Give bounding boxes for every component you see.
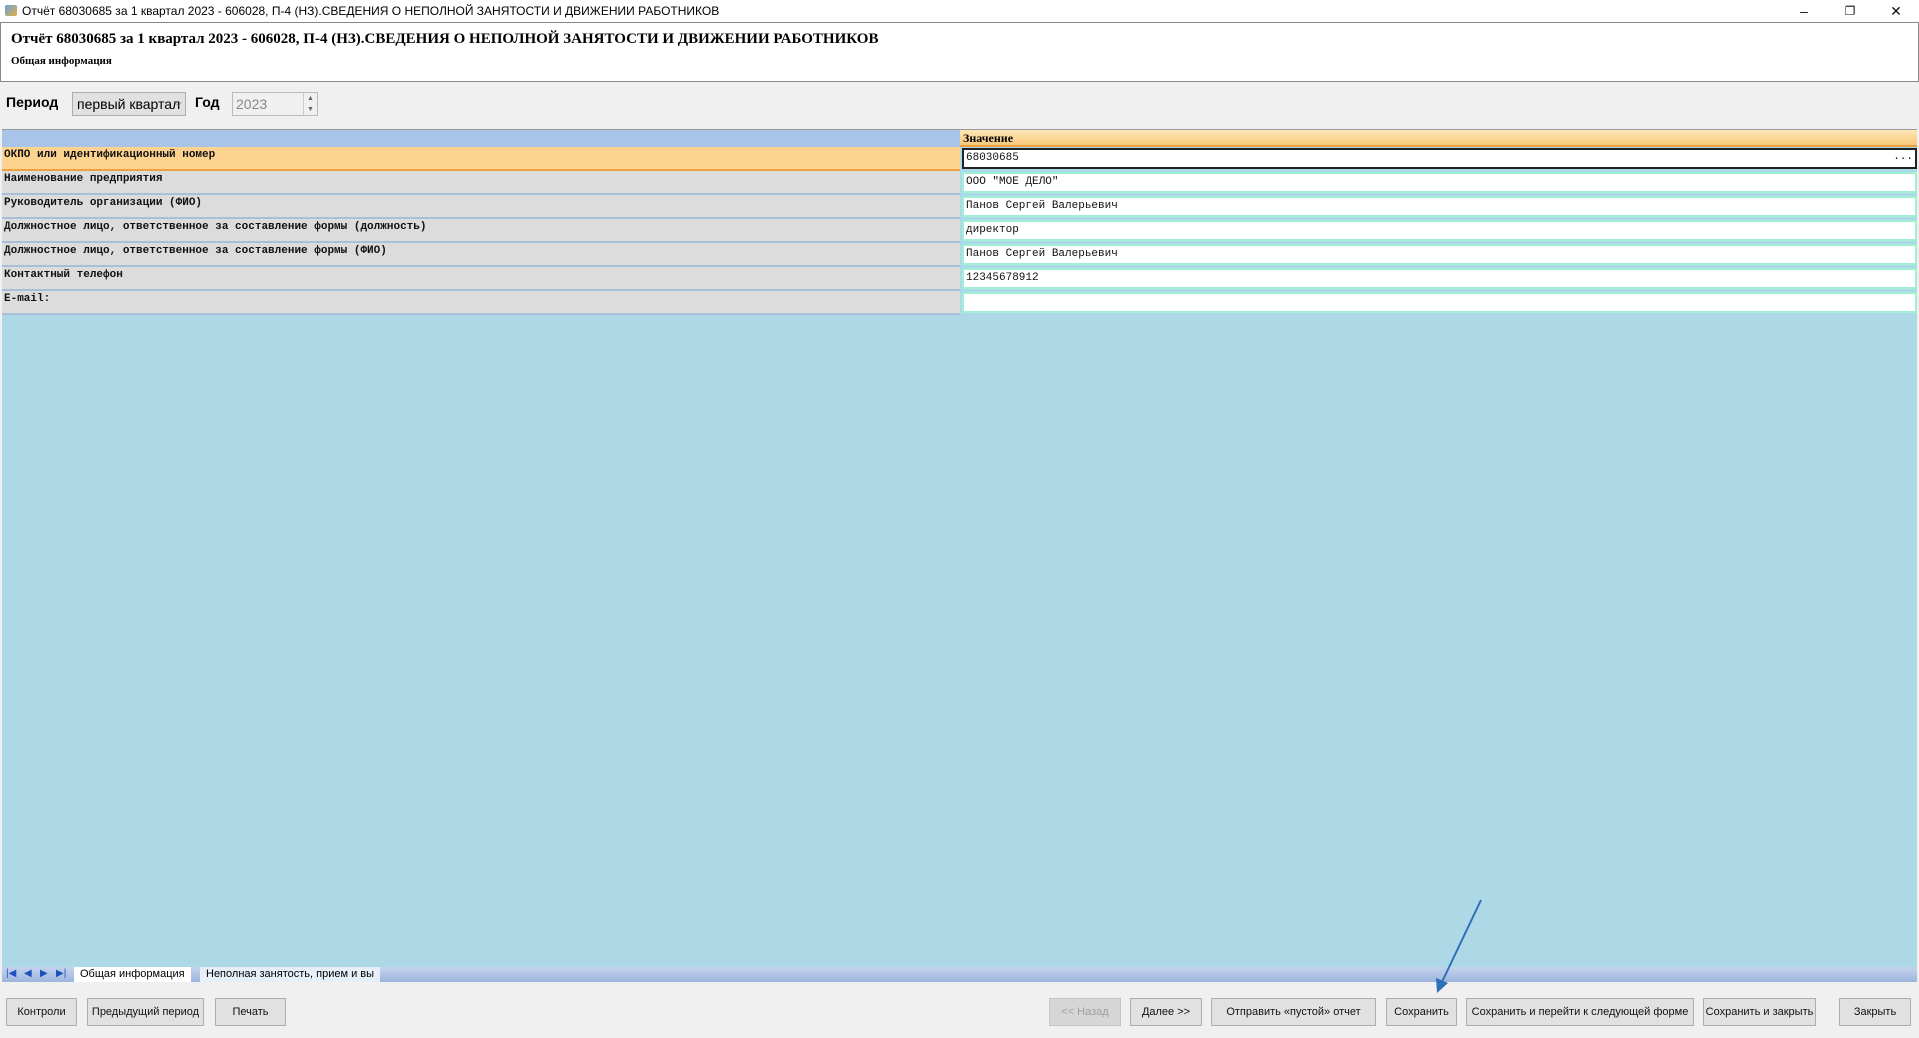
field-label: Руководитель организации (ФИО): [2, 195, 960, 219]
prev-sheet-icon[interactable]: ◀: [24, 968, 32, 979]
report-header: Отчёт 68030685 за 1 квартал 2023 - 60602…: [0, 22, 1919, 82]
field-value-input[interactable]: Панов Сергей Валерьевич: [962, 244, 1917, 265]
grid-row[interactable]: Руководитель организации (ФИО) Панов Серг…: [2, 195, 1917, 219]
grid-row[interactable]: Наименование предприятия ООО "МОЕ ДЕЛО": [2, 171, 1917, 195]
field-value-input[interactable]: 12345678912: [962, 268, 1917, 289]
field-value: 12345678912: [966, 272, 1039, 284]
next-sheet-icon[interactable]: ▶: [40, 968, 48, 979]
title-bar: Отчёт 68030685 за 1 квартал 2023 - 60602…: [0, 0, 1919, 22]
next-button[interactable]: Далее >>: [1130, 998, 1202, 1026]
field-label: E-mail:: [2, 291, 960, 315]
close-window-button[interactable]: ✕: [1873, 0, 1919, 22]
save-and-close-button[interactable]: Сохранить и закрыть: [1703, 998, 1816, 1026]
field-label: Контактный телефон: [2, 267, 960, 291]
chevron-down-icon: ⌵: [174, 98, 182, 109]
year-stepper[interactable]: 2023 ▲ ▼: [232, 92, 318, 116]
year-label: Год: [195, 94, 220, 110]
window-title: Отчёт 68030685 за 1 квартал 2023 - 60602…: [22, 4, 720, 18]
field-value: директор: [966, 224, 1019, 236]
grid-row[interactable]: Контактный телефон 12345678912: [2, 267, 1917, 291]
period-value: первый квартал: [77, 96, 181, 112]
field-value-input[interactable]: ООО "МОЕ ДЕЛО": [962, 172, 1917, 193]
grid-row[interactable]: ОКПО или идентификационный номер 68030685…: [2, 147, 1917, 171]
field-value-input[interactable]: Панов Сергей Валерьевич: [962, 196, 1917, 217]
save-and-next-form-button[interactable]: Сохранить и перейти к следующей форме: [1466, 998, 1694, 1026]
controls-button[interactable]: Контроли: [6, 998, 77, 1026]
report-title: Отчёт 68030685 за 1 квартал 2023 - 60602…: [11, 31, 879, 47]
last-sheet-icon[interactable]: ▶|: [56, 968, 66, 979]
ellipsis-button[interactable]: ...: [1893, 151, 1913, 163]
print-button[interactable]: Печать: [215, 998, 286, 1026]
minimize-button[interactable]: –: [1781, 0, 1827, 22]
grid-header-value: Значение: [960, 130, 1917, 147]
app-icon: [5, 5, 17, 16]
field-value: Панов Сергей Валерьевич: [966, 248, 1118, 260]
field-label: ОКПО или идентификационный номер: [2, 147, 960, 171]
report-subtitle: Общая информация: [11, 55, 112, 67]
field-value: ООО "МОЕ ДЕЛО": [966, 176, 1059, 188]
spin-buttons[interactable]: ▲ ▼: [303, 93, 317, 115]
field-value-input[interactable]: [962, 292, 1917, 313]
grid-row[interactable]: E-mail:: [2, 291, 1917, 315]
field-label: Должностное лицо, ответственное за соста…: [2, 243, 960, 267]
field-value: Панов Сергей Валерьевич: [966, 200, 1118, 212]
first-sheet-icon[interactable]: |◀: [6, 968, 16, 979]
restore-button[interactable]: ❐: [1827, 0, 1873, 22]
grid-row[interactable]: Должностное лицо, ответственное за соста…: [2, 243, 1917, 267]
save-button[interactable]: Сохранить: [1386, 998, 1457, 1026]
sheet-tab-bar: |◀ ◀ ▶ ▶| Общая информация Неполная заня…: [2, 967, 1917, 982]
field-value-input[interactable]: директор: [962, 220, 1917, 241]
back-button[interactable]: << Назад: [1049, 998, 1121, 1026]
field-label: Наименование предприятия: [2, 171, 960, 195]
period-select[interactable]: первый квартал ⌵: [72, 92, 186, 116]
tab-general-info[interactable]: Общая информация: [74, 967, 191, 982]
tab-part-time[interactable]: Неполная занятость, прием и вы: [200, 967, 381, 982]
send-empty-report-button[interactable]: Отправить «пустой» отчет: [1211, 998, 1376, 1026]
field-label: Должностное лицо, ответственное за соста…: [2, 219, 960, 243]
grid-row[interactable]: Должностное лицо, ответственное за соста…: [2, 219, 1917, 243]
field-value-input[interactable]: 68030685...: [962, 148, 1917, 169]
info-grid: Значение ОКПО или идентификационный номе…: [2, 129, 1917, 967]
previous-period-button[interactable]: Предыдущий период: [87, 998, 204, 1026]
period-label: Период: [6, 94, 59, 110]
close-button[interactable]: Закрыть: [1839, 998, 1911, 1026]
grid-header-label-column: [2, 130, 960, 147]
field-value: 68030685: [966, 152, 1019, 164]
year-value: 2023: [236, 96, 268, 112]
